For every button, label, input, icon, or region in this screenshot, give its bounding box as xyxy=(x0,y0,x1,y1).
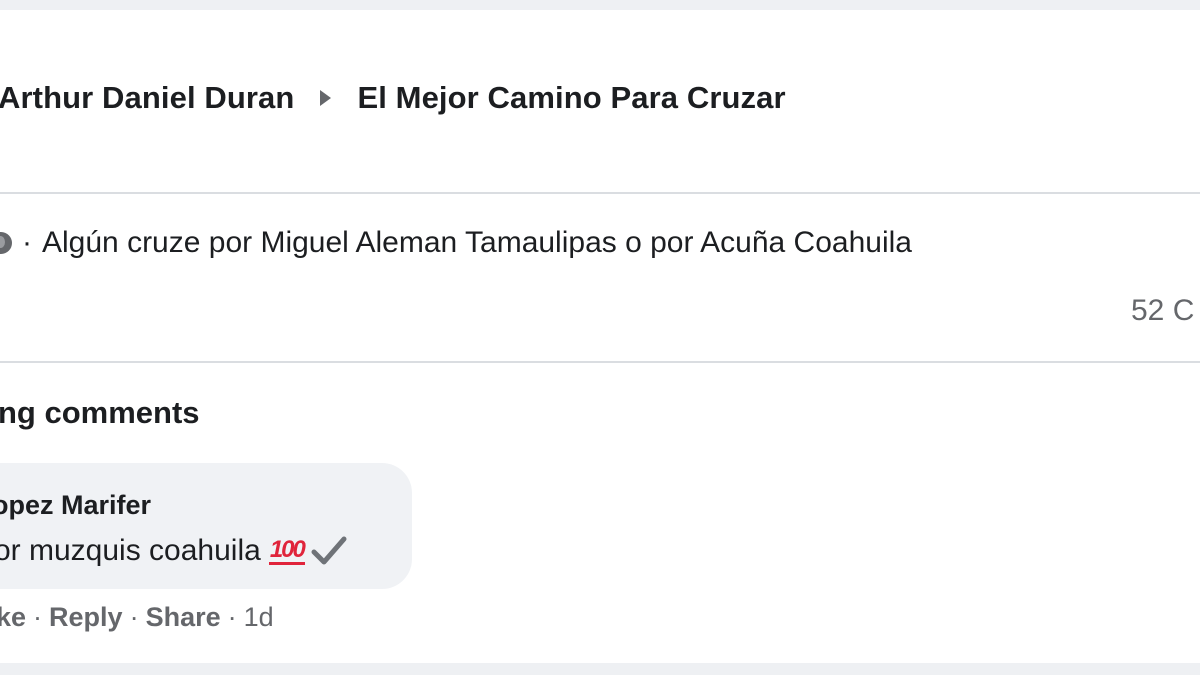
comment-bubble xyxy=(0,463,412,589)
bottom-strip xyxy=(0,663,1200,675)
comment-actions: ke · Reply · Share · 1d xyxy=(0,602,274,633)
post-text: Algún cruze por Miguel Aleman Tamaulipas… xyxy=(42,226,912,259)
post-separator: · xyxy=(22,226,32,259)
separator-dot: · xyxy=(227,602,237,632)
caret-right-icon xyxy=(320,90,332,106)
comment-text: or muzquis coahuila 100 xyxy=(0,534,347,568)
like-button[interactable]: ke xyxy=(0,602,26,633)
comment-timestamp[interactable]: 1d xyxy=(244,602,274,633)
reply-button[interactable]: Reply xyxy=(49,602,123,633)
divider xyxy=(0,192,1200,194)
comment-count[interactable]: 52 C xyxy=(1131,294,1194,328)
hundred-points-icon: 100 xyxy=(268,535,306,565)
comments-section-title: ng comments xyxy=(0,395,200,430)
separator-dot: · xyxy=(33,602,43,632)
share-button[interactable]: Share xyxy=(146,602,221,633)
check-mark-icon xyxy=(311,536,347,565)
breadcrumb: Arthur Daniel Duran El Mejor Camino Para… xyxy=(0,80,786,116)
post-line: · Algún cruze por Miguel Aleman Tamaulip… xyxy=(0,226,912,260)
globe-icon[interactable] xyxy=(0,232,12,254)
comment-author-link[interactable]: opez Marifer xyxy=(0,490,151,521)
top-strip xyxy=(0,0,1200,10)
separator-dot: · xyxy=(129,602,139,632)
divider xyxy=(0,361,1200,363)
breadcrumb-author-link[interactable]: Arthur Daniel Duran xyxy=(0,80,294,116)
comment-body: or muzquis coahuila xyxy=(0,534,261,567)
breadcrumb-group-link[interactable]: El Mejor Camino Para Cruzar xyxy=(357,80,785,116)
